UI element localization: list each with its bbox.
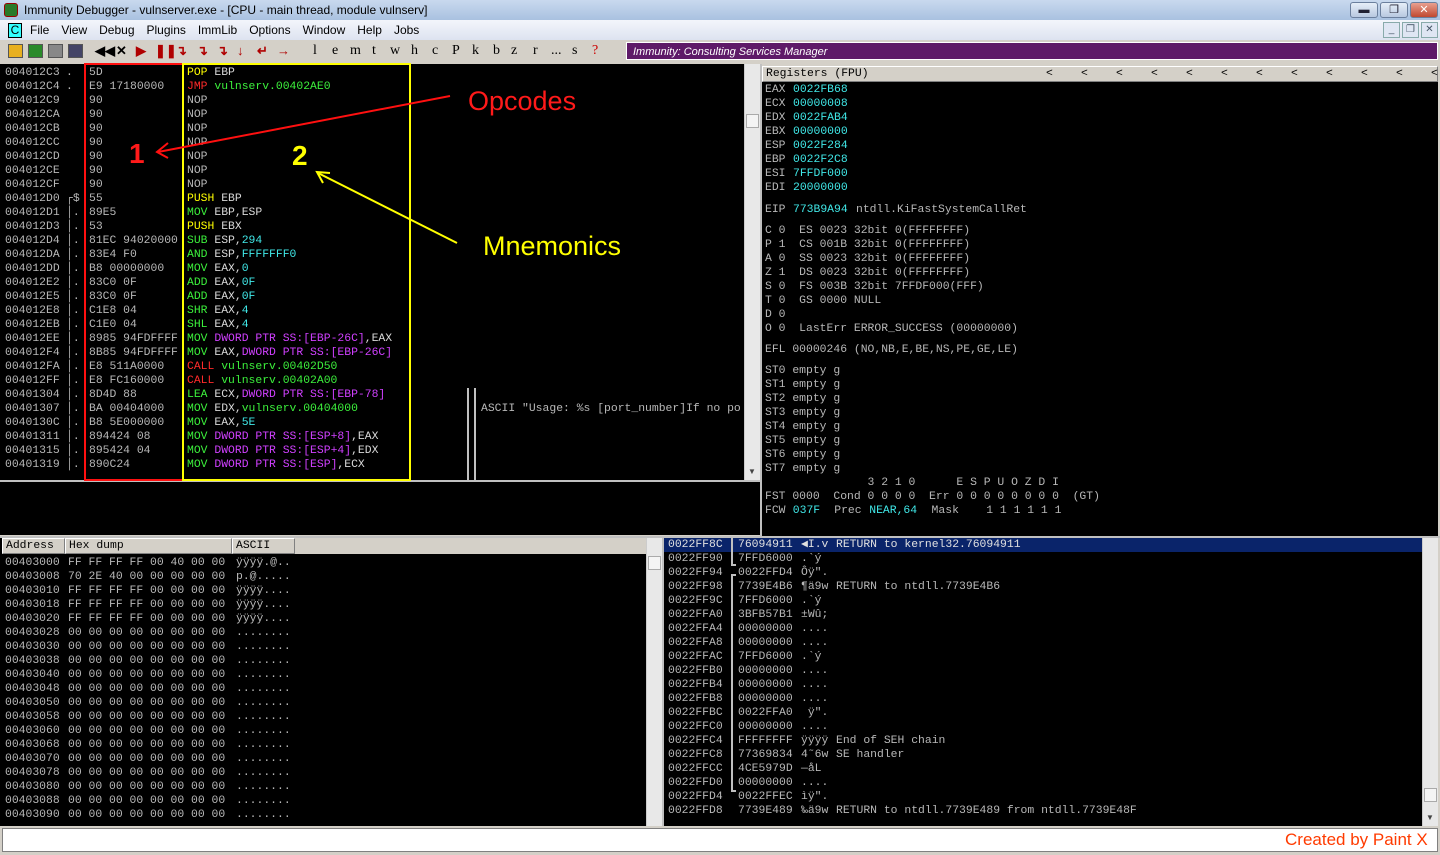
mnemonics-label: Mnemonics — [483, 231, 622, 261]
opcodes-box — [84, 63, 184, 481]
opcodes-label: Opcodes — [468, 86, 577, 116]
mnemonics-arrow — [317, 172, 458, 244]
opcodes-number: 1 — [129, 138, 145, 169]
annotation-overlay — [84, 63, 458, 481]
mnemonics-number: 2 — [292, 140, 308, 171]
